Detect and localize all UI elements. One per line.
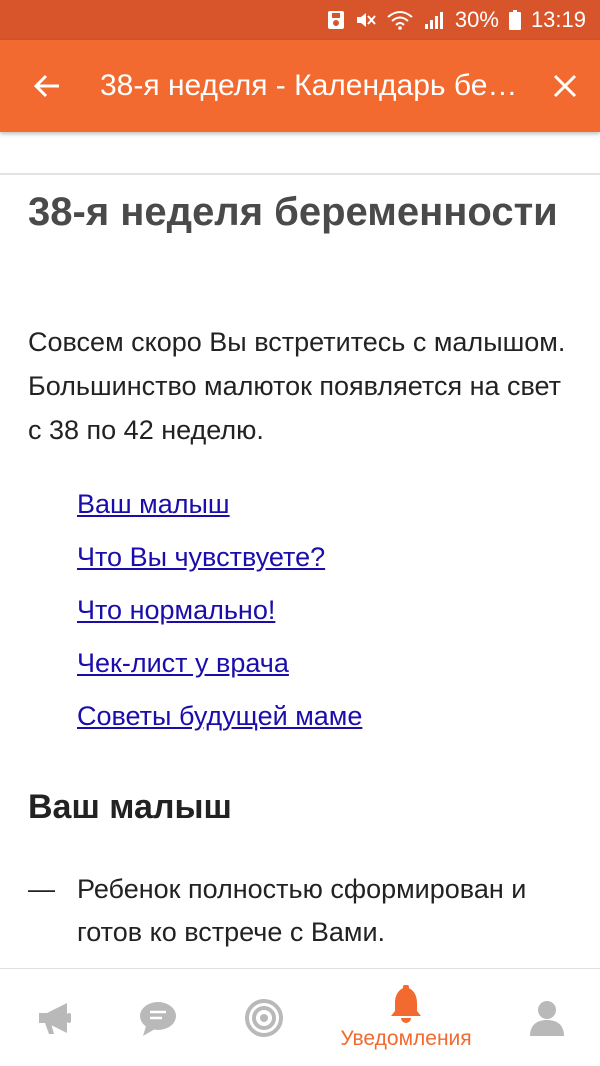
page-title: 38-я неделя беременности — [28, 190, 558, 234]
nav-item-chat[interactable] — [123, 969, 193, 1066]
status-bar: 30% 13:19 — [0, 0, 600, 40]
app-bar: 38-я неделя - Календарь беременности — [0, 40, 600, 132]
battery-percent: 30% — [454, 7, 499, 32]
divider — [0, 173, 600, 175]
bottom-navigation: Уведомления — [0, 968, 600, 1065]
toc-link-tips[interactable]: Советы будущей маме — [77, 701, 362, 731]
close-button[interactable] — [530, 40, 600, 132]
app-bar-title: 38-я неделя - Календарь беременности — [100, 69, 530, 102]
bullet-dash: — — [28, 874, 55, 904]
toc-item: Что нормально! — [77, 584, 362, 637]
megaphone-icon — [39, 1002, 71, 1034]
list-item: — Ребенок полностью сформирован и готов … — [28, 868, 580, 954]
bullet-text: Ребенок полностью сформирован и готов ко… — [77, 874, 527, 947]
nav-item-notifications[interactable]: Уведомления — [320, 969, 492, 1066]
nav-item-profile[interactable] — [512, 969, 582, 1066]
nav-item-goals[interactable] — [229, 969, 299, 1066]
toc-item: Чек-лист у врача — [77, 637, 362, 690]
back-button[interactable] — [0, 40, 94, 132]
toc-item: Что Вы чувствуете? — [77, 531, 362, 584]
battery-icon — [508, 9, 521, 31]
clock: 13:19 — [530, 7, 586, 32]
toc-link-feelings[interactable]: Что Вы чувствуете? — [77, 542, 325, 572]
intro-text: Совсем скоро Вы встретитесь с малышом. Б… — [28, 327, 566, 445]
arrow-left-icon — [33, 74, 59, 98]
nav-label-notifications: Уведомления — [340, 1026, 472, 1050]
article-content[interactable]: 38-я неделя беременности Совсем скоро Вы… — [0, 132, 600, 968]
bullet-list: — Ребенок полностью сформирован и готов … — [28, 868, 580, 954]
profile-icon — [530, 1000, 564, 1036]
table-of-contents: Ваш малыш Что Вы чувствуете? Что нормаль… — [77, 478, 362, 743]
toc-link-checklist[interactable]: Чек-лист у врача — [77, 648, 289, 678]
toc-item: Советы будущей маме — [77, 690, 362, 743]
toc-link-baby[interactable]: Ваш малыш — [77, 489, 230, 519]
mute-icon — [355, 9, 377, 31]
bell-icon — [391, 984, 421, 1023]
toc-item: Ваш малыш — [77, 478, 362, 531]
toc-link-normal[interactable]: Что нормально! — [77, 595, 275, 625]
wifi-icon — [387, 9, 413, 31]
section-title: Ваш малыш — [28, 788, 232, 826]
save-icon — [327, 9, 345, 31]
target-icon — [245, 998, 283, 1037]
close-icon — [553, 74, 577, 98]
chat-icon — [140, 1001, 176, 1036]
signal-icon — [423, 9, 445, 31]
nav-item-news[interactable] — [20, 969, 90, 1066]
